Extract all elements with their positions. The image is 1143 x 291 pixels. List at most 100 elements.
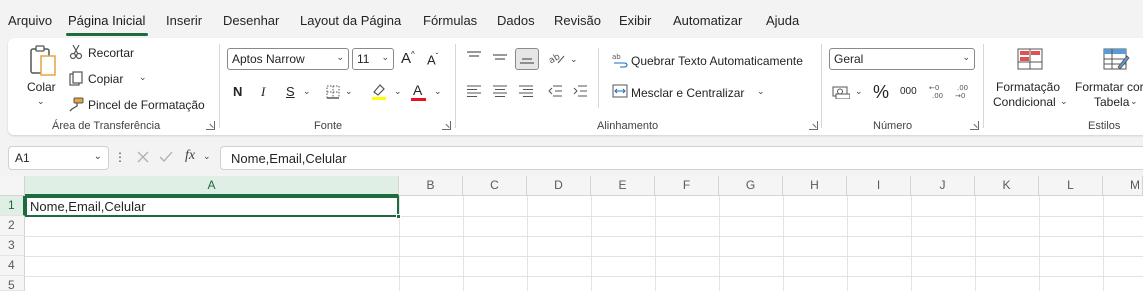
format-as-table-label-2[interactable]: Tabela xyxy=(1094,95,1129,109)
row-header-5[interactable]: 5 xyxy=(0,276,25,291)
column-header-i[interactable]: I xyxy=(847,176,911,196)
clipboard-launcher-icon[interactable] xyxy=(206,121,215,130)
column-header-j[interactable]: J xyxy=(911,176,975,196)
column-header-e[interactable]: E xyxy=(591,176,655,196)
number-launcher-icon[interactable] xyxy=(970,121,979,130)
paste-label[interactable]: Colar xyxy=(27,80,56,94)
orientation-icon[interactable]: ab xyxy=(548,50,566,66)
merge-chevron-icon[interactable]: ⌄ xyxy=(757,86,765,97)
tab-formulas[interactable]: Fórmulas xyxy=(423,13,477,28)
number-format-select[interactable]: Geral ⌄ xyxy=(829,48,975,70)
cancel-icon[interactable] xyxy=(135,149,151,165)
font-size-select[interactable]: 11 ⌄ xyxy=(352,48,394,70)
decrease-indent-icon[interactable] xyxy=(547,84,563,98)
borders-chevron-icon[interactable]: ⌄ xyxy=(345,86,353,97)
font-name-select[interactable]: Aptos Narrow ⌄ xyxy=(227,48,349,70)
align-bottom-icon[interactable] xyxy=(515,48,539,70)
italic-button[interactable]: I xyxy=(261,84,265,100)
tab-layout[interactable]: Layout da Página xyxy=(300,13,401,28)
column-header-d[interactable]: D xyxy=(527,176,591,196)
conditional-chevron-icon[interactable]: ⌄ xyxy=(1060,96,1068,107)
column-header-b[interactable]: B xyxy=(399,176,463,196)
row-header-4[interactable]: 4 xyxy=(0,256,25,276)
tab-desenhar[interactable]: Desenhar xyxy=(223,13,279,28)
column-header-h[interactable]: H xyxy=(783,176,847,196)
column-header-l[interactable]: L xyxy=(1039,176,1103,196)
column-header-a[interactable]: A xyxy=(25,176,399,196)
conditional-formatting-label-2[interactable]: Condicional xyxy=(993,95,1056,109)
column-header-m[interactable]: M xyxy=(1103,176,1143,196)
fx-chevron-icon[interactable]: ⌄ xyxy=(203,151,211,162)
format-painter-icon[interactable] xyxy=(68,96,84,112)
column-header-c[interactable]: C xyxy=(463,176,527,196)
fill-handle[interactable] xyxy=(396,214,401,219)
copy-label[interactable]: Copiar xyxy=(88,72,123,86)
more-options-icon[interactable]: ⋮ xyxy=(114,150,126,164)
table-chevron-icon[interactable]: ⌄ xyxy=(1130,96,1138,107)
paste-chevron-icon[interactable]: ⌄ xyxy=(37,96,45,107)
scissors-icon[interactable] xyxy=(68,44,84,60)
wrap-text-icon[interactable]: ab xyxy=(612,52,628,68)
align-middle-icon[interactable] xyxy=(492,50,508,64)
enter-icon[interactable] xyxy=(158,149,174,165)
bold-button[interactable]: N xyxy=(233,84,242,99)
align-center-icon[interactable] xyxy=(492,84,508,98)
orientation-chevron-icon[interactable]: ⌄ xyxy=(570,54,578,65)
merge-center-label[interactable]: Mesclar e Centralizar xyxy=(631,86,744,100)
cut-label[interactable]: Recortar xyxy=(88,46,134,60)
percent-button[interactable]: % xyxy=(873,82,889,103)
alignment-launcher-icon[interactable] xyxy=(809,121,818,130)
currency-chevron-icon[interactable]: ⌄ xyxy=(855,86,863,97)
tab-arquivo[interactable]: Arquivo xyxy=(8,13,52,28)
column-header-k[interactable]: K xyxy=(975,176,1039,196)
format-as-table-label-1[interactable]: Formatar cor xyxy=(1075,80,1143,94)
tab-ajuda[interactable]: Ajuda xyxy=(766,13,799,28)
format-painter-label[interactable]: Pincel de Formatação xyxy=(88,98,205,112)
tab-inserir[interactable]: Inserir xyxy=(166,13,202,28)
currency-format-icon[interactable] xyxy=(832,84,850,100)
align-right-icon[interactable] xyxy=(518,84,534,98)
decrease-decimal-icon[interactable]: .00 →0 xyxy=(955,82,973,100)
font-color-icon[interactable]: A xyxy=(413,82,422,98)
thousands-button[interactable]: 000 xyxy=(900,86,917,97)
font-color-chevron-icon[interactable]: ⌄ xyxy=(434,86,442,97)
tab-pagina-inicial[interactable]: Página Inicial xyxy=(68,13,145,28)
align-top-icon[interactable] xyxy=(466,50,482,64)
increase-indent-icon[interactable] xyxy=(572,84,588,98)
row-header-3[interactable]: 3 xyxy=(0,236,25,256)
conditional-formatting-icon[interactable] xyxy=(1015,46,1045,74)
font-size-value: 11 xyxy=(357,52,370,66)
number-group-label: Número xyxy=(873,120,913,132)
column-header-f[interactable]: F xyxy=(655,176,719,196)
highlight-icon[interactable] xyxy=(370,82,388,100)
insert-function-icon[interactable]: fx xyxy=(185,148,195,164)
merge-center-icon[interactable] xyxy=(612,84,628,98)
shrink-font-icon[interactable]: Aˇ xyxy=(427,52,438,67)
cell-a1[interactable]: Nome,Email,Celular xyxy=(25,196,399,217)
align-left-icon[interactable] xyxy=(466,84,482,98)
format-as-table-icon[interactable] xyxy=(1101,46,1131,74)
column-header-g[interactable]: G xyxy=(719,176,783,196)
underline-chevron-icon[interactable]: ⌄ xyxy=(303,86,311,97)
select-all-corner[interactable] xyxy=(0,176,25,196)
grow-font-icon[interactable]: A^ xyxy=(401,50,415,67)
copy-icon[interactable] xyxy=(68,70,84,86)
borders-icon[interactable] xyxy=(325,84,341,100)
wrap-text-label[interactable]: Quebrar Texto Automaticamente xyxy=(631,54,803,68)
underline-button[interactable]: S xyxy=(286,84,295,99)
tab-exibir[interactable]: Exibir xyxy=(619,13,652,28)
tab-dados[interactable]: Dados xyxy=(497,13,535,28)
font-launcher-icon[interactable] xyxy=(442,121,451,130)
paste-icon[interactable] xyxy=(27,44,59,78)
formula-input[interactable]: Nome,Email,Celular xyxy=(220,146,1143,170)
row-header-2[interactable]: 2 xyxy=(0,216,25,236)
number-format-value: Geral xyxy=(834,52,864,66)
copy-chevron-icon[interactable]: ⌄ xyxy=(139,72,147,83)
conditional-formatting-label-1[interactable]: Formatação xyxy=(996,80,1060,94)
highlight-chevron-icon[interactable]: ⌄ xyxy=(394,86,402,97)
increase-decimal-icon[interactable]: ←0.00 xyxy=(929,82,947,100)
name-box[interactable]: A1 ⌄ xyxy=(8,146,109,170)
tab-revisao[interactable]: Revisão xyxy=(554,13,601,28)
row-header-1[interactable]: 1 xyxy=(0,196,25,216)
tab-automatizar[interactable]: Automatizar xyxy=(673,13,742,28)
